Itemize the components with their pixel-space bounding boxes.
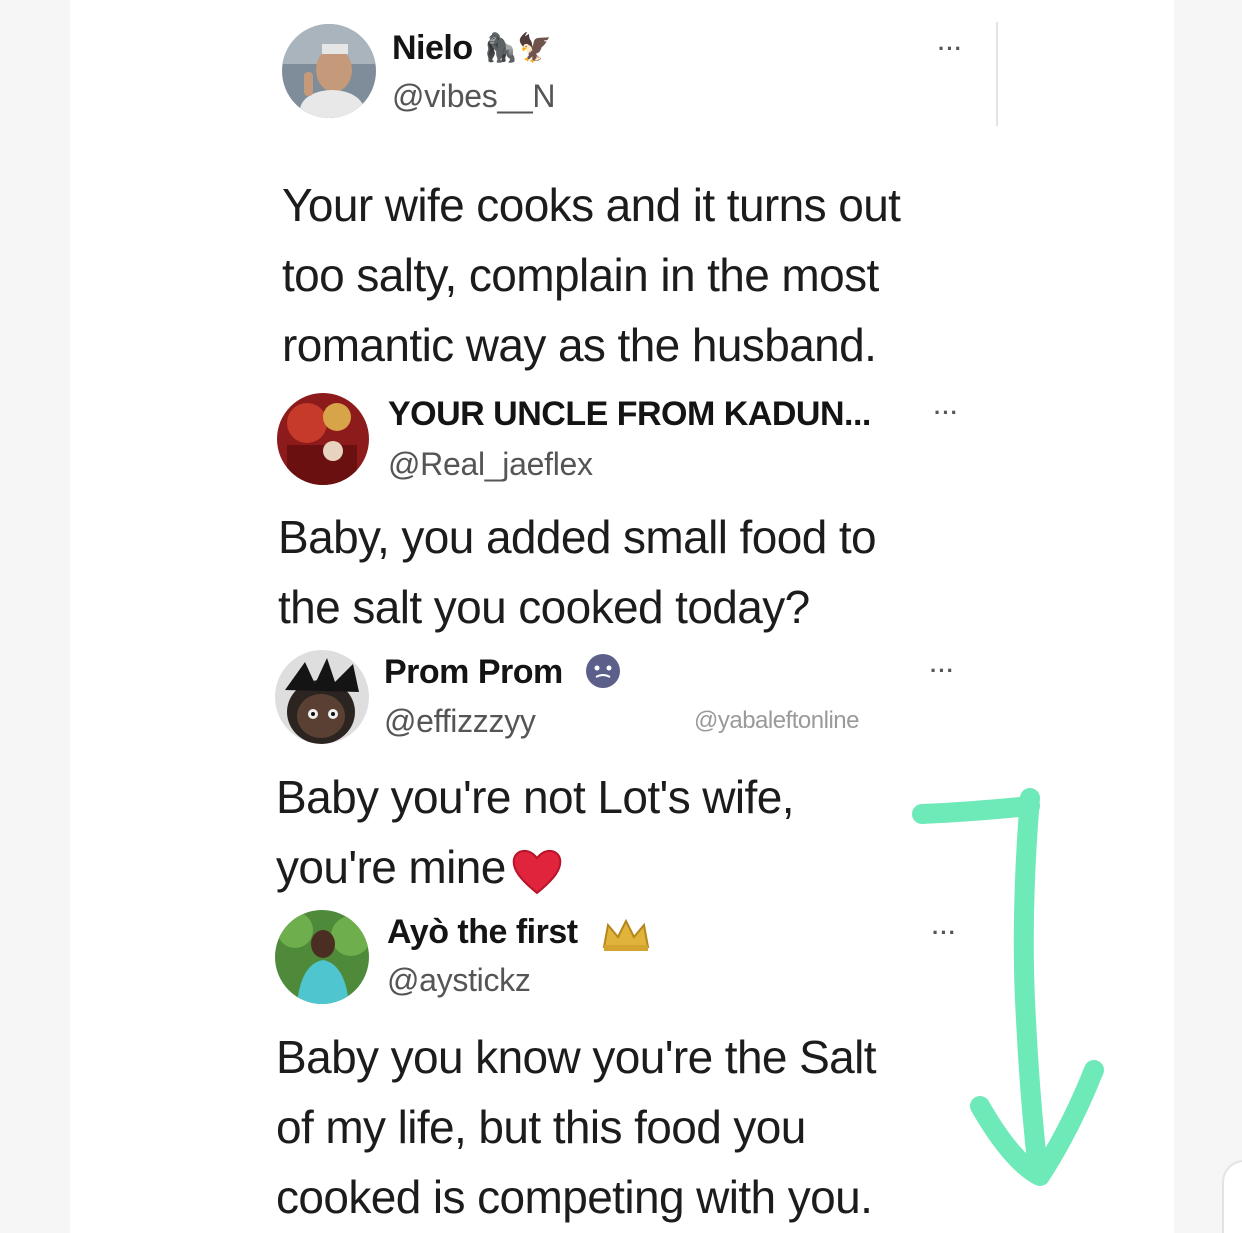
tweet-line: too salty, complain in the most (282, 249, 879, 301)
display-name[interactable]: Prom Prom (384, 653, 563, 692)
handle[interactable]: @Real_jaeflex (388, 446, 593, 483)
tweet-line: cooked is competing with you. (276, 1171, 873, 1223)
avatar-image (275, 650, 369, 744)
display-name[interactable]: Ayò the first (387, 913, 578, 952)
tweet-text: Baby you're not Lot's wife, you're mine (276, 770, 794, 910)
tweet-line: Baby, you added small food to (278, 511, 877, 563)
tweet-text: Your wife cooks and it turns out too sal… (282, 178, 901, 388)
handle[interactable]: @aystickz (387, 962, 531, 999)
screenshot-canvas: Nielo 🦍🦅 @vibes__N ··· Your wife cooks a… (0, 0, 1242, 1233)
avatar-image (282, 24, 376, 118)
tweet-line: romantic way as the husband. (282, 319, 877, 371)
display-name[interactable]: Nielo (392, 29, 473, 68)
tweet-line: Baby you're not Lot's wife, (276, 771, 794, 823)
left-margin (0, 0, 70, 1233)
tweet-line: you're mine (276, 841, 506, 893)
handle[interactable]: @effizzzyy (384, 703, 536, 740)
avatar-image (275, 910, 369, 1004)
handle[interactable]: @vibes__N (392, 78, 556, 115)
arrow-down-icon (912, 788, 1104, 1186)
right-margin (1174, 0, 1242, 1233)
avatar[interactable] (275, 910, 369, 1004)
avatar[interactable] (275, 650, 369, 744)
corner-card (1222, 1160, 1242, 1233)
display-name[interactable]: YOUR UNCLE FROM KADUN... (388, 395, 871, 434)
more-horizontal-icon[interactable]: ··· (938, 38, 963, 60)
avatar-image (277, 393, 369, 485)
tweet-line: Baby you know you're the Salt (276, 1031, 877, 1083)
tweet-text: Baby, you added small food to the salt y… (278, 510, 877, 650)
tweet-text: Baby you know you're the Salt of my life… (276, 1030, 877, 1233)
more-horizontal-icon[interactable]: ··· (930, 660, 955, 682)
more-horizontal-icon[interactable]: ··· (934, 402, 959, 424)
tweet-line: Your wife cooks and it turns out (282, 179, 901, 231)
tweet-line: of my life, but this food you (276, 1101, 806, 1153)
tweet-line: the salt you cooked today? (278, 581, 810, 633)
badge-icon (586, 654, 620, 688)
tweet-line-with-emoji: you're mine (276, 840, 794, 910)
watermark: @yabaleftonline (694, 707, 859, 734)
avatar[interactable] (277, 393, 369, 485)
card-divider (996, 22, 998, 126)
crown-icon (602, 918, 650, 951)
heart-icon (512, 849, 562, 895)
name-emoji: 🦍🦅 (483, 31, 552, 64)
avatar[interactable] (282, 24, 376, 118)
